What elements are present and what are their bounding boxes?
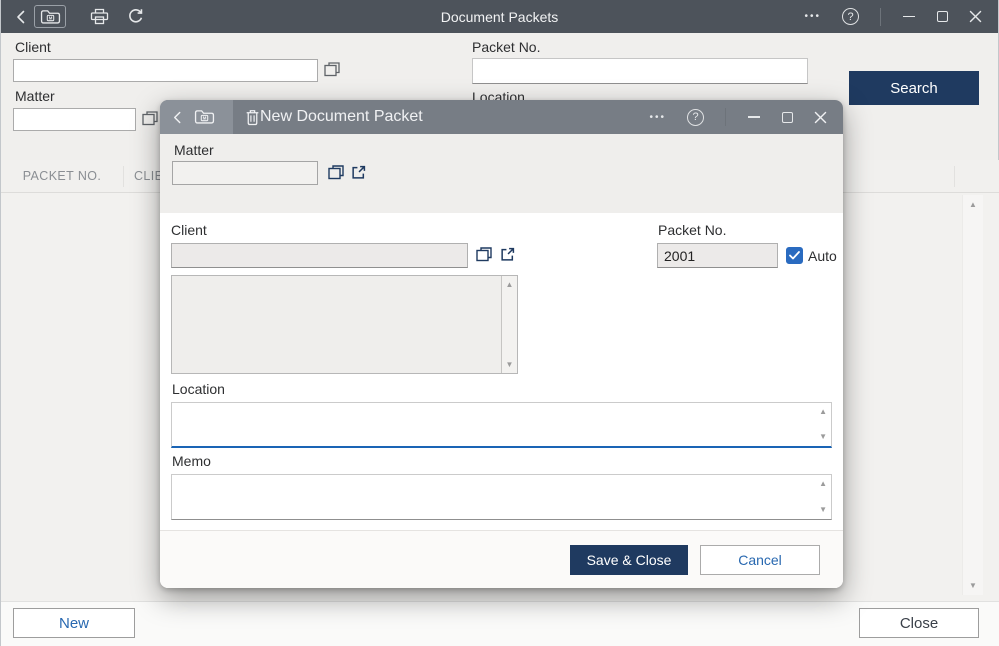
matter-label: Matter xyxy=(15,88,55,104)
svg-text:M: M xyxy=(48,15,52,20)
maximize-icon[interactable] xyxy=(937,11,948,22)
search-button[interactable]: Search xyxy=(849,71,979,105)
scroll-down-icon[interactable]: ▼ xyxy=(819,506,827,514)
column-divider xyxy=(954,166,955,187)
column-divider xyxy=(123,166,124,187)
svg-text:M: M xyxy=(203,116,207,121)
matter-input[interactable] xyxy=(172,161,318,185)
dialog-nav-segment: M xyxy=(160,100,233,134)
more-options-icon[interactable]: ••• xyxy=(804,11,821,22)
memo-textarea[interactable] xyxy=(172,475,831,519)
client-details-text xyxy=(172,276,517,280)
memo-field: ▲ ▼ xyxy=(171,474,832,520)
scroll-up-icon[interactable]: ▲ xyxy=(819,408,827,416)
packet-no-label: Packet No. xyxy=(472,39,540,55)
close-icon[interactable] xyxy=(814,111,827,124)
help-icon[interactable]: ? xyxy=(842,8,859,25)
scroll-down-icon[interactable]: ▼ xyxy=(963,581,983,590)
maximize-icon[interactable] xyxy=(782,112,793,123)
close-icon[interactable] xyxy=(969,10,982,23)
cancel-button[interactable]: Cancel xyxy=(700,545,820,575)
client-lookup-icon[interactable] xyxy=(476,247,492,262)
back-icon[interactable] xyxy=(15,9,26,25)
folder-m-icon: M xyxy=(40,9,61,25)
save-close-button[interactable]: Save & Close xyxy=(570,545,688,575)
refresh-icon[interactable] xyxy=(127,8,144,25)
help-icon[interactable]: ? xyxy=(687,109,704,126)
auto-checkbox[interactable] xyxy=(786,247,803,264)
delete-icon[interactable] xyxy=(245,109,260,126)
bottom-bar: New Close xyxy=(1,601,999,646)
window-titlebar: M Document Packets ••• ? xyxy=(1,0,998,33)
packet-folder-icon-button[interactable]: M xyxy=(34,5,66,28)
back-icon[interactable] xyxy=(172,110,182,125)
packet-no-label: Packet No. xyxy=(658,222,726,238)
matter-label: Matter xyxy=(174,142,214,158)
more-options-icon[interactable]: ••• xyxy=(649,112,666,123)
grid-vertical-scrollbar[interactable]: ▲ ▼ xyxy=(962,195,983,595)
dialog-titlebar: M New Document Packet ••• ? xyxy=(160,100,843,134)
location-label: Location xyxy=(172,381,225,397)
packet-no-input[interactable] xyxy=(657,243,778,268)
scroll-up-icon[interactable]: ▲ xyxy=(819,480,827,488)
matter-lookup-icon[interactable] xyxy=(328,165,344,180)
dialog-footer: Save & Close Cancel xyxy=(160,530,843,588)
memo-label: Memo xyxy=(172,453,211,469)
client-open-external-icon[interactable] xyxy=(500,247,515,262)
client-label: Client xyxy=(171,222,207,238)
column-header-packet-no[interactable]: PACKET NO. xyxy=(1,160,123,192)
client-lookup-icon[interactable] xyxy=(324,62,340,77)
new-button[interactable]: New xyxy=(13,608,135,638)
close-button[interactable]: Close xyxy=(859,608,979,638)
auto-checkbox-label[interactable]: Auto xyxy=(808,248,837,264)
matter-open-external-icon[interactable] xyxy=(351,165,366,180)
client-search-input[interactable] xyxy=(13,59,318,82)
scroll-up-icon[interactable]: ▲ xyxy=(963,200,983,209)
matter-search-input[interactable] xyxy=(13,108,136,131)
matter-lookup-icon[interactable] xyxy=(142,111,158,126)
packet-no-search-input[interactable] xyxy=(472,58,808,84)
client-input[interactable] xyxy=(171,243,468,268)
client-label: Client xyxy=(15,39,51,55)
print-icon[interactable] xyxy=(90,8,109,25)
new-document-packet-dialog: M New Document Packet ••• ? Matter Clien… xyxy=(160,100,843,588)
titlebar-divider xyxy=(880,8,881,26)
location-field: ▲ ▼ xyxy=(171,402,832,448)
location-textarea[interactable] xyxy=(172,403,831,446)
minimize-icon[interactable] xyxy=(747,110,761,124)
minimize-icon[interactable] xyxy=(902,10,916,24)
dialog-title: New Document Packet xyxy=(260,108,423,126)
scroll-down-icon[interactable]: ▼ xyxy=(819,433,827,441)
client-details-scrollbar[interactable]: ▲ ▼ xyxy=(501,276,517,373)
titlebar-divider xyxy=(725,108,726,126)
scroll-up-icon[interactable]: ▲ xyxy=(502,280,517,289)
client-details-box: ▲ ▼ xyxy=(171,275,518,374)
folder-m-icon[interactable]: M xyxy=(194,109,215,125)
scroll-down-icon[interactable]: ▼ xyxy=(502,360,517,369)
